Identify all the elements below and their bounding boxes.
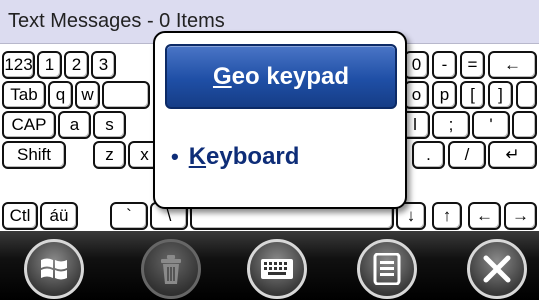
- bullet-icon: •: [171, 144, 179, 169]
- close-icon: [483, 255, 511, 283]
- key-equals[interactable]: =: [460, 51, 485, 79]
- key-backtick[interactable]: `: [110, 202, 148, 230]
- key-tab[interactable]: Tab: [2, 81, 46, 109]
- key-enter-top[interactable]: [512, 111, 537, 139]
- key-z[interactable]: z: [93, 141, 126, 169]
- menu-icon: [373, 253, 401, 285]
- key-w[interactable]: w: [75, 81, 100, 109]
- geo-keypad-accel: G: [212, 62, 232, 90]
- key-p[interactable]: p: [432, 81, 457, 109]
- key-123[interactable]: 123: [2, 51, 35, 79]
- geo-keypad-option[interactable]: Geo keypad: [165, 44, 397, 109]
- keyboard-option[interactable]: • Keyboard: [171, 143, 299, 171]
- key-left[interactable]: ←: [468, 202, 501, 230]
- start-button[interactable]: [24, 239, 84, 299]
- key-q[interactable]: q: [48, 81, 73, 109]
- key-backslash[interactable]: [516, 81, 537, 109]
- key-caps[interactable]: CAP: [2, 111, 56, 139]
- windows-flag-icon: [41, 258, 67, 280]
- key-enter[interactable]: ↵: [488, 141, 537, 169]
- keyboard-accel: K: [188, 143, 207, 170]
- keyboard-icon: [261, 259, 293, 279]
- key-ctrl[interactable]: Ctl: [2, 202, 38, 230]
- key-period[interactable]: .: [412, 141, 445, 169]
- key-minus[interactable]: -: [432, 51, 457, 79]
- key-1[interactable]: 1: [37, 51, 62, 79]
- key-right-bracket[interactable]: ]: [488, 81, 513, 109]
- key-slash[interactable]: /: [448, 141, 486, 169]
- geo-keypad-label: eo keypad: [231, 62, 350, 90]
- key-semicolon[interactable]: ;: [432, 111, 470, 139]
- input-method-popup: Geo keypad • Keyboard: [153, 31, 407, 209]
- taskbar: [0, 231, 539, 300]
- key-2[interactable]: 2: [64, 51, 89, 79]
- key-0[interactable]: 0: [404, 51, 429, 79]
- key-left-bracket[interactable]: [: [460, 81, 485, 109]
- key-a[interactable]: a: [58, 111, 91, 139]
- close-button[interactable]: [467, 239, 527, 299]
- keyboard-label: eyboard: [206, 143, 300, 170]
- key-s[interactable]: s: [93, 111, 126, 139]
- input-panel-button[interactable]: [247, 239, 307, 299]
- key-right[interactable]: →: [504, 202, 537, 230]
- key-intl[interactable]: áü: [40, 202, 78, 230]
- key-up[interactable]: ↑: [432, 202, 462, 230]
- title-text: Text Messages - 0 Items: [8, 10, 225, 32]
- key-apostrophe[interactable]: ': [472, 111, 510, 139]
- menu-button[interactable]: [357, 239, 417, 299]
- key-backspace[interactable]: ←: [488, 51, 537, 79]
- key-e[interactable]: [102, 81, 150, 109]
- key-o[interactable]: o: [404, 81, 429, 109]
- trash-icon: [161, 255, 181, 284]
- key-3[interactable]: 3: [91, 51, 116, 79]
- delete-button[interactable]: [141, 239, 201, 299]
- key-shift[interactable]: Shift: [2, 141, 66, 169]
